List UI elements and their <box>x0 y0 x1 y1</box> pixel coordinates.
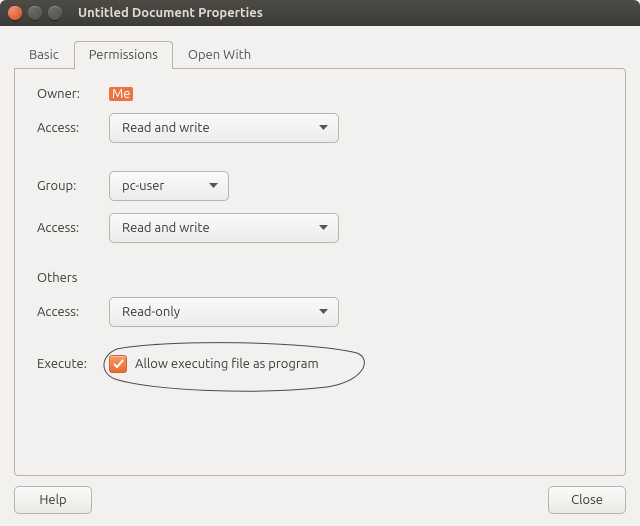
execute-label: Execute: <box>37 357 109 371</box>
window-title: Untitled Document Properties <box>78 6 263 20</box>
window-body: Basic Permissions Open With Owner: Me Ac… <box>0 26 640 526</box>
execute-checkbox-label: Allow executing file as program <box>135 357 319 371</box>
maximize-window-button[interactable] <box>48 6 62 20</box>
others-access-value: Read-only <box>122 305 180 319</box>
others-header-row: Others <box>37 271 603 285</box>
group-access-row: Access: Read and write <box>37 213 603 243</box>
others-access-combo[interactable]: Read-only <box>109 297 339 327</box>
group-label: Group: <box>37 179 109 193</box>
others-label: Others <box>37 271 77 285</box>
tab-open-with[interactable]: Open With <box>173 41 266 69</box>
others-access-row: Access: Read-only <box>37 297 603 327</box>
owner-label: Owner: <box>37 87 109 101</box>
chevron-down-icon <box>319 125 328 131</box>
chevron-down-icon <box>319 309 328 315</box>
group-row: Group: pc-user <box>37 171 603 201</box>
tab-basic[interactable]: Basic <box>14 41 74 69</box>
owner-value: Me <box>109 87 133 101</box>
close-window-button[interactable] <box>8 6 22 20</box>
group-access-label: Access: <box>37 221 109 235</box>
group-access-combo[interactable]: Read and write <box>109 213 339 243</box>
group-combo[interactable]: pc-user <box>109 171 229 201</box>
tab-bar: Basic Permissions Open With <box>14 40 626 68</box>
chevron-down-icon <box>319 225 328 231</box>
owner-access-combo[interactable]: Read and write <box>109 113 339 143</box>
others-access-label: Access: <box>37 305 109 319</box>
owner-access-value: Read and write <box>122 121 210 135</box>
execute-row: Execute: Allow executing file as program <box>37 355 603 373</box>
help-button[interactable]: Help <box>14 486 92 514</box>
owner-row: Owner: Me <box>37 87 603 101</box>
owner-access-row: Access: Read and write <box>37 113 603 143</box>
chevron-down-icon <box>209 183 218 189</box>
owner-access-label: Access: <box>37 121 109 135</box>
group-value: pc-user <box>122 179 164 193</box>
minimize-window-button[interactable] <box>28 6 42 20</box>
tab-permissions[interactable]: Permissions <box>74 41 173 69</box>
close-button[interactable]: Close <box>548 486 626 514</box>
button-bar: Help Close <box>14 486 626 514</box>
titlebar: Untitled Document Properties <box>0 0 640 26</box>
execute-checkbox[interactable] <box>109 355 127 373</box>
permissions-panel: Owner: Me Access: Read and write Group: … <box>14 68 626 476</box>
group-access-value: Read and write <box>122 221 210 235</box>
